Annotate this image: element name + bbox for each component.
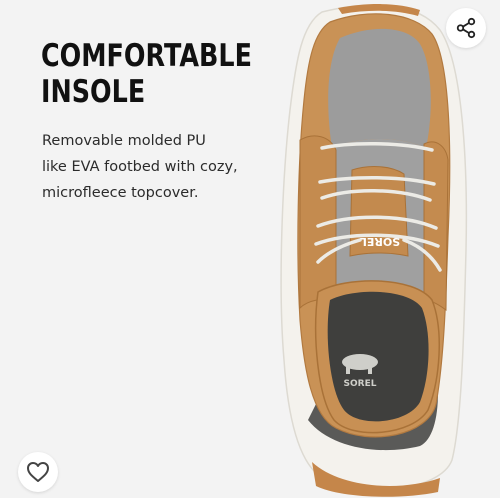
feature-description: Removable molded PU like EVA footbed wit… [42, 128, 238, 206]
share-icon [456, 17, 476, 39]
shoe-product-image: SOREL SOREL [280, 4, 468, 497]
insole [327, 291, 429, 422]
description-line-1: Removable molded PU [42, 133, 206, 149]
share-button[interactable] [446, 8, 486, 48]
heart-outline-icon [27, 462, 49, 482]
headline-line-1: COMFORTABLE [41, 38, 252, 74]
description-line-2: like EVA footbed with cozy, [42, 159, 238, 175]
headline-line-2: INSOLE [41, 74, 146, 110]
felt-vamp [328, 28, 431, 148]
insole-logo-text: SOREL [344, 379, 377, 389]
favorite-button[interactable] [18, 452, 58, 492]
feature-headline: COMFORTABLE INSOLE [41, 38, 252, 110]
product-feature-slide: COMFORTABLE INSOLE Removable molded PU l… [0, 0, 500, 498]
description-line-3: microfleece topcover. [42, 185, 199, 201]
